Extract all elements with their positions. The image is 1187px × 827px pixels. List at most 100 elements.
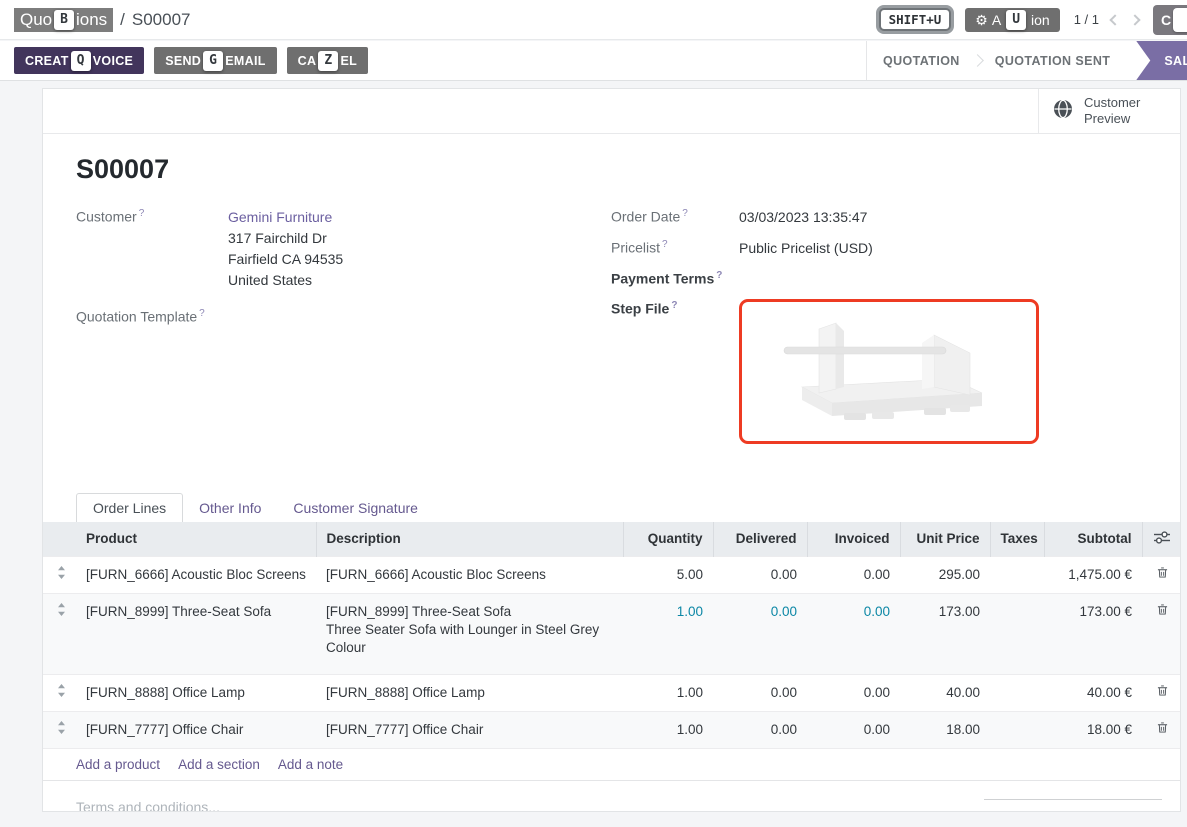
delete-row-icon[interactable] <box>1142 711 1181 748</box>
customer-address-line1: 317 Fairchild Dr <box>228 228 343 249</box>
table-row[interactable]: [FURN_7777] Office Chair [FURN_7777] Off… <box>43 711 1181 748</box>
action-label-end: ion <box>1031 12 1050 28</box>
cell-subtotal[interactable]: 40.00 € <box>1044 674 1142 711</box>
cell-quantity[interactable]: 1.00 <box>623 593 713 674</box>
cell-taxes[interactable] <box>990 556 1044 593</box>
drag-handle-icon[interactable] <box>43 556 76 593</box>
pricelist-value[interactable]: Public Pricelist (USD) <box>739 238 873 259</box>
send-email-button[interactable]: SENDGEMAIL <box>154 47 276 74</box>
cell-unit-price[interactable]: 295.00 <box>900 556 990 593</box>
cell-subtotal[interactable]: 1,475.00 € <box>1044 556 1142 593</box>
customer-preview-line2: Preview <box>1084 111 1130 126</box>
payment-terms-label: Payment Terms? <box>611 269 739 287</box>
customer-label-text: Customer <box>76 209 137 225</box>
table-footer-links: Add a product Add a section Add a note <box>43 748 1180 780</box>
stage-quotation-sent[interactable]: QUOTATION SENT <box>979 54 1127 68</box>
action-menu-button[interactable]: ⚙AUion <box>965 8 1059 32</box>
delete-row-icon[interactable] <box>1142 674 1181 711</box>
customer-address-line2: Fairfield CA 94535 <box>228 249 343 270</box>
customer-preview-button[interactable]: CustomerPreview <box>1038 89 1180 133</box>
cell-description[interactable]: [FURN_8888] Office Lamp <box>316 674 623 711</box>
table-row[interactable]: [FURN_6666] Acoustic Bloc Screens [FURN_… <box>43 556 1181 593</box>
column-header-quantity[interactable]: Quantity <box>623 522 713 557</box>
create-invoice-button[interactable]: CREATQVOICE <box>14 47 144 74</box>
order-date-value[interactable]: 03/03/2023 13:35:47 <box>739 207 867 228</box>
pager-next-icon[interactable] <box>1129 14 1140 25</box>
cell-delivered[interactable]: 0.00 <box>713 674 807 711</box>
cell-taxes[interactable] <box>990 593 1044 674</box>
column-header-description[interactable]: Description <box>316 522 623 557</box>
cell-invoiced[interactable]: 0.00 <box>807 593 900 674</box>
add-a-product-link[interactable]: Add a product <box>76 757 160 772</box>
cell-delivered[interactable]: 0.00 <box>713 711 807 748</box>
cell-product[interactable]: [FURN_8999] Three-Seat Sofa <box>76 593 316 674</box>
cell-product[interactable]: [FURN_6666] Acoustic Bloc Screens <box>76 556 316 593</box>
cell-product[interactable]: [FURN_7777] Office Chair <box>76 711 316 748</box>
cell-description[interactable]: [FURN_6666] Acoustic Bloc Screens <box>316 556 623 593</box>
customer-link[interactable]: Gemini Furniture <box>228 209 332 225</box>
column-header-subtotal[interactable]: Subtotal <box>1044 522 1142 557</box>
add-a-section-link[interactable]: Add a section <box>178 757 260 772</box>
field-quotation-template: Quotation Template? <box>76 307 611 325</box>
breadcrumb-parent[interactable]: QuoBions <box>14 8 113 32</box>
cell-taxes[interactable] <box>990 674 1044 711</box>
cell-subtotal[interactable]: 173.00 € <box>1044 593 1142 674</box>
step-file-image-box[interactable] <box>739 299 1039 444</box>
cell-unit-price[interactable]: 40.00 <box>900 674 990 711</box>
cell-subtotal[interactable]: 18.00 € <box>1044 711 1142 748</box>
optional-columns-icon[interactable] <box>1142 522 1181 557</box>
order-lines-table: Product Description Quantity Delivered I… <box>43 522 1181 748</box>
cell-unit-price[interactable]: 18.00 <box>900 711 990 748</box>
customer-value: Gemini Furniture 317 Fairchild Dr Fairfi… <box>228 207 343 291</box>
globe-icon <box>1053 99 1073 123</box>
cell-invoiced[interactable]: 0.00 <box>807 711 900 748</box>
total-block: Total: 1,706.00 € <box>984 799 1162 812</box>
top-navbar: QuoBions / S00007 SHIFT+U ⚙AUion 1 / 1 C <box>0 0 1187 40</box>
cell-quantity[interactable]: 5.00 <box>623 556 713 593</box>
send-email-label-start: SEND <box>165 54 201 68</box>
column-header-invoiced[interactable]: Invoiced <box>807 522 900 557</box>
order-lines-body: [FURN_6666] Acoustic Bloc Screens [FURN_… <box>43 556 1181 748</box>
cell-description[interactable]: [FURN_8999] Three-Seat SofaThree Seater … <box>316 593 623 674</box>
cell-invoiced[interactable]: 0.00 <box>807 556 900 593</box>
cell-invoiced[interactable]: 0.00 <box>807 674 900 711</box>
table-row[interactable]: [FURN_8888] Office Lamp [FURN_8888] Offi… <box>43 674 1181 711</box>
drag-handle-icon[interactable] <box>43 593 76 674</box>
customer-preview-label: CustomerPreview <box>1084 95 1140 127</box>
cell-delivered[interactable]: 0.00 <box>713 556 807 593</box>
column-header-unit-price[interactable]: Unit Price <box>900 522 990 557</box>
table-row[interactable]: [FURN_8999] Three-Seat Sofa [FURN_8999] … <box>43 593 1181 674</box>
cancel-button[interactable]: CAZEL <box>287 47 368 74</box>
cell-unit-price[interactable]: 173.00 <box>900 593 990 674</box>
delete-row-icon[interactable] <box>1142 593 1181 674</box>
drag-handle-icon[interactable] <box>43 674 76 711</box>
stage-quotation[interactable]: QUOTATION <box>867 54 976 68</box>
tab-customer-signature[interactable]: Customer Signature <box>277 494 434 522</box>
add-a-note-link[interactable]: Add a note <box>278 757 343 772</box>
tab-order-lines[interactable]: Order Lines <box>76 493 183 522</box>
field-pricelist: Pricelist? Public Pricelist (USD) <box>611 238 1146 259</box>
form-card: CustomerPreview S00007 Customer? Gemini … <box>42 88 1181 812</box>
delete-row-icon[interactable] <box>1142 556 1181 593</box>
column-header-delivered[interactable]: Delivered <box>713 522 807 557</box>
tab-other-info[interactable]: Other Info <box>183 494 277 522</box>
stage-sales-order[interactable]: SALES ORDER <box>1136 41 1187 80</box>
customer-label: Customer? <box>76 207 228 291</box>
table-header-row: Product Description Quantity Delivered I… <box>43 522 1181 557</box>
cell-taxes[interactable] <box>990 711 1044 748</box>
cell-product[interactable]: [FURN_8888] Office Lamp <box>76 674 316 711</box>
field-payment-terms: Payment Terms? <box>611 269 1146 287</box>
edge-button[interactable]: C <box>1153 5 1187 35</box>
cell-quantity[interactable]: 1.00 <box>623 674 713 711</box>
cell-description[interactable]: [FURN_7777] Office Chair <box>316 711 623 748</box>
cell-quantity[interactable]: 1.00 <box>623 711 713 748</box>
field-customer: Customer? Gemini Furniture 317 Fairchild… <box>76 207 611 291</box>
drag-handle-icon[interactable] <box>43 711 76 748</box>
column-header-taxes[interactable]: Taxes <box>990 522 1044 557</box>
pricelist-label: Pricelist? <box>611 238 739 259</box>
cell-delivered[interactable]: 0.00 <box>713 593 807 674</box>
terms-and-conditions-placeholder[interactable]: Terms and conditions... <box>76 799 220 812</box>
column-header-product[interactable]: Product <box>76 522 316 557</box>
pager-previous-icon[interactable] <box>1109 14 1120 25</box>
step-file-label: Step File? <box>611 299 739 444</box>
